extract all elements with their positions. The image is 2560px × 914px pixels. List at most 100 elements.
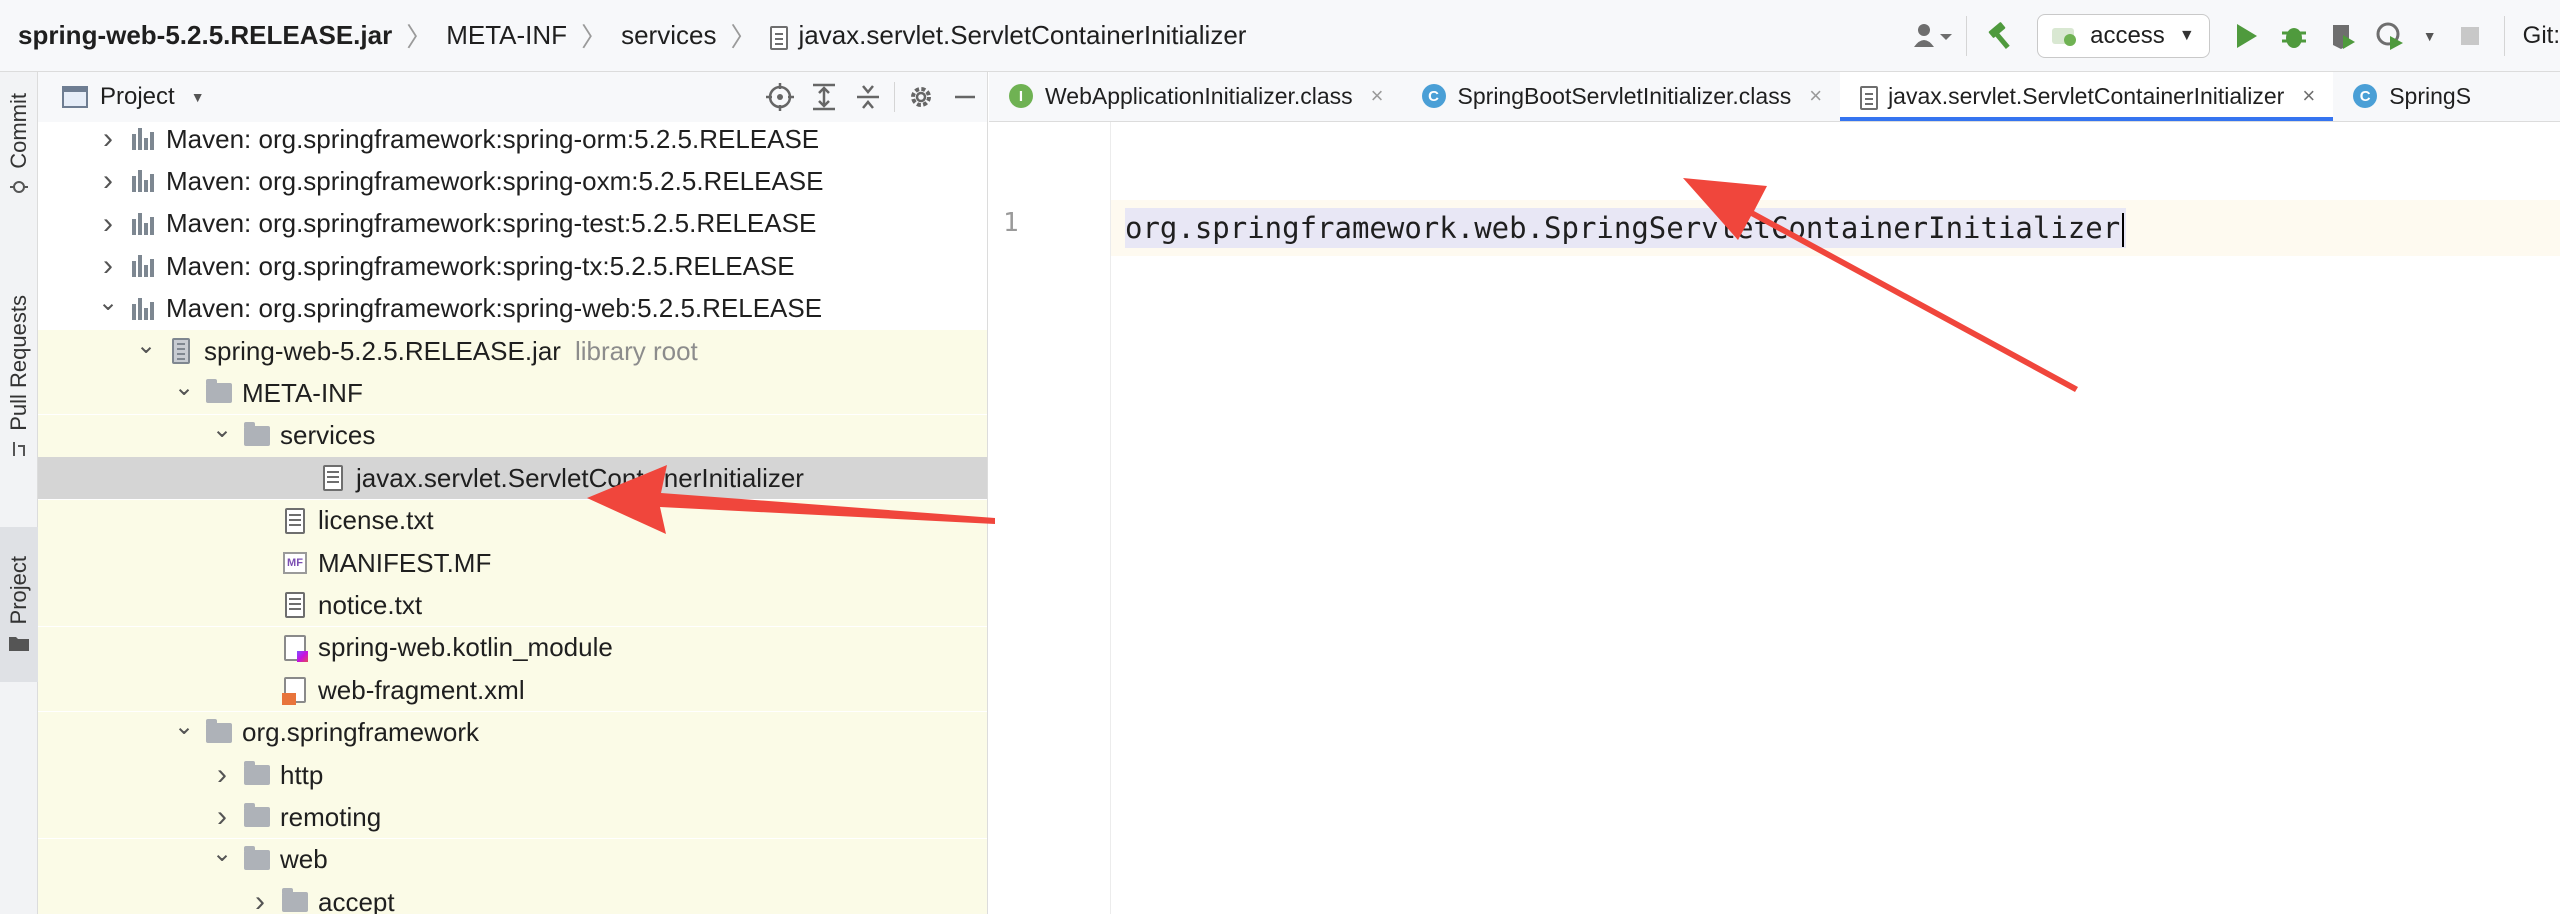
more-run-actions-button[interactable]: ▼ [2418, 16, 2442, 56]
project-settings-button[interactable] [899, 75, 943, 119]
navigation-bar: spring-web-5.2.5.RELEASE.jar 〉 META-INF … [0, 0, 2560, 72]
tree-node[interactable]: › Maven: org.springframework:spring-orm:5… [38, 118, 987, 160]
tree-node[interactable]: › Maven: org.springframework:spring-test:… [38, 203, 987, 245]
minimize-icon [955, 95, 975, 99]
editor-tab[interactable]: I WebApplicationInitializer.class × [989, 72, 1402, 121]
chevron-down-icon[interactable]: ⌄ [134, 331, 158, 360]
chevron-down-icon[interactable]: ⌄ [172, 712, 196, 741]
editor-area: I WebApplicationInitializer.class × C Spring… [989, 72, 2560, 914]
tree-node[interactable]: › http [38, 754, 987, 796]
breadcrumb-item-meta-inf[interactable]: META-INF [446, 20, 567, 51]
tree-node[interactable]: ›spring-web.kotlin_module [38, 626, 987, 669]
tree-node[interactable]: › remoting [38, 796, 987, 839]
commit-tool-button[interactable]: Commit [0, 80, 38, 210]
text-file-icon [280, 507, 310, 535]
toolbar-separator [1966, 16, 1968, 56]
tree-node[interactable]: ⌄ spring-web-5.2.5.RELEASE.jar library roo… [38, 330, 987, 372]
editor-tab-active[interactable]: javax.servlet.ServletContainerInitialize… [1840, 72, 2334, 121]
tree-node[interactable]: › accept [38, 881, 987, 914]
chevron-right-icon[interactable]: › [96, 207, 120, 241]
git-menu[interactable]: Git: [2515, 22, 2560, 50]
maven-library-icon [128, 210, 158, 238]
tree-node-label: web [280, 844, 328, 875]
user-icon [1914, 24, 1953, 47]
tree-node-label: services [280, 420, 376, 451]
run-configuration-select[interactable]: access ▼ [2037, 14, 2210, 58]
code-text: org.springframework.web.SpringServletCon… [1125, 211, 2121, 245]
tree-node[interactable]: ⌄ org.springframework [38, 711, 987, 754]
chevron-down-icon[interactable]: ⌄ [210, 839, 234, 868]
hide-panel-button[interactable] [943, 75, 987, 119]
interface-icon: I [1009, 84, 1033, 108]
tree-node[interactable]: ⌄ Maven: org.springframework:spring-web:5… [38, 288, 987, 330]
project-tool-button[interactable]: Project [0, 527, 38, 682]
tree-node-selected[interactable]: ›javax.servlet.ServletContainerInitializ… [38, 457, 987, 500]
project-view-icon [62, 86, 88, 108]
editor-tab-label: SpringS [2389, 82, 2472, 109]
tree-node[interactable]: ›notice.txt [38, 584, 987, 627]
expand-all-icon [813, 83, 835, 111]
profile-button[interactable] [2370, 16, 2410, 56]
tree-node-label: http [280, 759, 324, 790]
chevron-right-icon[interactable]: › [96, 249, 120, 283]
breadcrumb-item-services[interactable]: services [621, 20, 716, 51]
breadcrumb-item-jar[interactable]: spring-web-5.2.5.RELEASE.jar [18, 20, 392, 51]
close-icon[interactable]: × [2302, 83, 2315, 109]
chevron-down-icon[interactable]: ⌄ [210, 415, 234, 444]
commit-label: Commit [6, 93, 31, 169]
tree-node[interactable]: ›license.txt [38, 499, 987, 542]
breadcrumb-separator-icon: 〉 [730, 22, 757, 52]
tree-node[interactable]: ›web-fragment.xml [38, 669, 987, 712]
folder-icon [242, 845, 272, 874]
tree-node-label: MANIFEST.MF [318, 547, 492, 578]
editor-tab[interactable]: C SpringS [2333, 72, 2489, 121]
spring-boot-icon [2052, 28, 2077, 46]
close-icon[interactable]: × [1809, 83, 1822, 109]
tree-node-label: javax.servlet.ServletContainerInitialize… [356, 462, 804, 493]
chevron-down-icon[interactable]: ⌄ [172, 373, 196, 402]
tree-node-label: notice.txt [318, 589, 423, 620]
locate-file-button[interactable] [758, 75, 802, 119]
tree-node-label: accept [318, 886, 395, 914]
project-view-title[interactable]: Project [100, 83, 175, 111]
tree-node[interactable]: ⌄ services [38, 414, 987, 457]
chevron-down-icon[interactable]: ⌄ [96, 288, 120, 317]
jar-icon [166, 337, 196, 365]
tree-node[interactable]: ⌄ META-INF [38, 372, 987, 415]
run-button[interactable] [2226, 16, 2266, 56]
tree-node[interactable]: › Maven: org.springframework:spring-tx:5.… [38, 245, 987, 287]
hammer-icon [1988, 22, 2010, 49]
breadcrumb-item-file[interactable]: javax.servlet.ServletContainerInitialize… [798, 20, 1246, 51]
tree-node[interactable]: ⌄ web [38, 838, 987, 881]
text-file-icon [1860, 86, 1879, 110]
tree-node[interactable]: ›MFMANIFEST.MF [38, 542, 987, 584]
tree-node-label: license.txt [318, 505, 434, 536]
chevron-right-icon[interactable]: › [248, 885, 272, 914]
close-icon[interactable]: × [1371, 83, 1384, 109]
chevron-right-icon[interactable]: › [96, 164, 120, 198]
pull-requests-tool-button[interactable]: Pull Requests [0, 242, 38, 512]
toolbar-separator [2503, 16, 2505, 56]
debug-button[interactable] [2274, 16, 2314, 56]
tree-node-label: org.springframework [242, 717, 479, 748]
code-line[interactable]: org.springframework.web.SpringServletCon… [1125, 208, 2127, 248]
chevron-down-icon: ▼ [2178, 27, 2195, 44]
expand-all-button[interactable] [802, 75, 846, 119]
editor-tab[interactable]: C SpringBootServletInitializer.class × [1402, 72, 1841, 121]
bug-icon [2281, 28, 2306, 48]
collapse-all-button[interactable] [846, 75, 890, 119]
chevron-down-icon: ▼ [2422, 28, 2437, 44]
stop-button[interactable] [2450, 16, 2490, 56]
chevron-down-icon[interactable]: ▼ [191, 89, 205, 105]
chevron-right-icon[interactable]: › [210, 800, 234, 834]
text-file-icon [280, 591, 310, 619]
tree-node[interactable]: › Maven: org.springframework:spring-oxm:5… [38, 160, 987, 202]
user-accounts-button[interactable] [1912, 16, 1953, 56]
folder-icon [9, 633, 29, 653]
build-button[interactable] [1981, 16, 2021, 56]
pull-requests-label: Pull Requests [6, 295, 31, 431]
editor-tab-label: javax.servlet.ServletContainerInitialize… [1888, 82, 2285, 109]
chevron-right-icon[interactable]: › [210, 758, 234, 792]
run-with-coverage-button[interactable] [2322, 16, 2362, 56]
chevron-right-icon[interactable]: › [96, 122, 120, 156]
